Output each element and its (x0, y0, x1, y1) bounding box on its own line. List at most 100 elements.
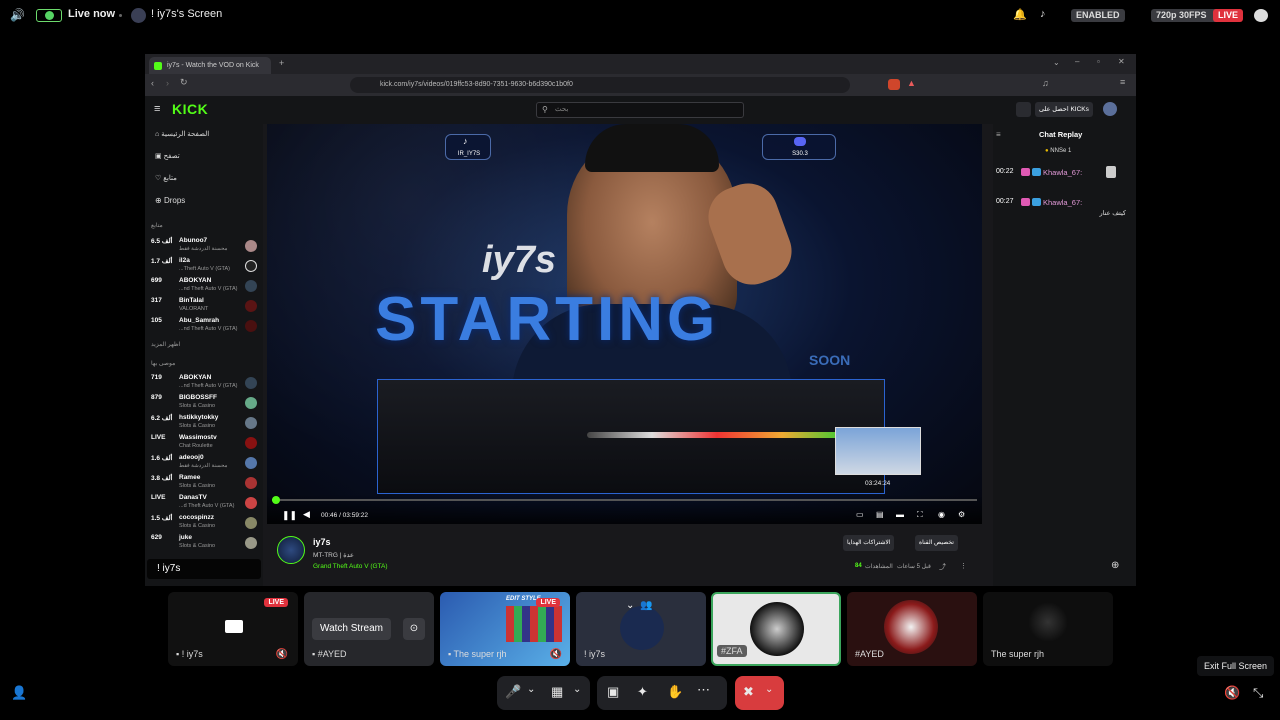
participant-tile[interactable]: LIVE ▪ ! iy7s 🔇 (168, 592, 298, 666)
stream-owner-name: ! iy7s (157, 563, 181, 574)
forward-icon[interactable]: › (166, 78, 169, 88)
channel-name-main[interactable]: iy7s (313, 537, 331, 547)
nav-home[interactable]: ⌂ الصفحة الرئيسية (155, 130, 209, 138)
sidebar-channel[interactable]: 879 BIGBOSSFF Slots & Casino (151, 394, 257, 414)
get-kicks-button[interactable]: احصل على KICKs (1035, 102, 1093, 117)
sidebar-channel[interactable]: 1.7 ألف il2a ...Theft Auto V (GTA) (151, 257, 257, 277)
new-tab-icon[interactable]: + (279, 58, 284, 68)
sidebar-channel[interactable]: 1.5 ألف cocospinzz Slots & Casino (151, 514, 257, 534)
sidebar-channel[interactable]: 6.2 ألف hstikkytokky Slots & Casino (151, 414, 257, 434)
collapse-chat-icon[interactable]: ≡ (996, 130, 1001, 139)
back-icon[interactable]: ‹ (151, 78, 154, 88)
quality-label: 720p 30FPS (1156, 10, 1207, 20)
exit-fullscreen-icon[interactable]: ⤡ (1253, 685, 1263, 701)
profile-avatar[interactable] (1103, 102, 1117, 116)
users-icon[interactable]: 👥 (640, 600, 652, 611)
channel-avatar-main[interactable] (277, 536, 305, 564)
sidebar-channel[interactable]: LIVE Wassimostv Chat Roulette (151, 434, 257, 454)
channel-name: ABOKYAN (179, 374, 212, 381)
leave-call-icon[interactable]: ✖ (743, 684, 754, 700)
camera-options-chevron-icon[interactable]: ⌄ (573, 684, 581, 695)
gift-subs-button[interactable]: الاشتراكات الهدايا (843, 535, 895, 551)
video-player[interactable]: ♪ IR_IY7S S30.3 iy7s STARTING SOON 03:24… (267, 124, 982, 524)
activities-icon[interactable]: ✦ (637, 684, 648, 700)
minimize-icon[interactable]: – (1075, 57, 1079, 66)
participant-tile[interactable]: #AYED (847, 592, 977, 666)
clip-icon[interactable]: ▤ (876, 510, 884, 519)
activity-icon[interactable]: 🔔 (1013, 8, 1029, 24)
watch-stream-popout-icon[interactable]: ⊙ (403, 618, 425, 640)
settings-icon[interactable]: ⚙ (958, 510, 965, 519)
reload-icon[interactable]: ↻ (180, 77, 188, 88)
browser-tab[interactable]: iy7s - Watch the VOD on Kick (149, 57, 271, 74)
sidebar-channel[interactable]: 719 ABOKYAN ...nd Theft Auto V (GTA) (151, 374, 257, 394)
speaker-icon[interactable]: 🔊 (10, 8, 25, 22)
sidebar-channel[interactable]: 1.6 ألف adeooj0 محسنة الدردشة فقط (151, 454, 257, 474)
kick-sidebar: ⌂ الصفحة الرئيسية ▣ تصفح ♡ متابع ⊕ Drops… (145, 124, 263, 586)
feed-icon[interactable] (1016, 102, 1031, 117)
browser-menu-icon[interactable]: ≡ (1120, 77, 1125, 87)
share-icon[interactable]: ⤴ (939, 562, 946, 572)
tab-list-icon[interactable]: ⌄ (1053, 58, 1060, 67)
channel-game: ...d Theft Auto V (GTA) (179, 503, 235, 509)
participant-tile[interactable]: EDIT STYLE LIVE ▪ The super rjh 🔇 (440, 592, 570, 666)
following-heading: متابع (151, 223, 163, 229)
pip-icon[interactable]: ▭ (856, 510, 864, 519)
brave-shield-icon[interactable] (888, 79, 900, 90)
customize-channel-button[interactable]: تخصيص القناة (915, 535, 958, 551)
extensions-icon[interactable]: ♫ (1042, 78, 1049, 88)
soundboard-icon[interactable]: ✋ (667, 684, 683, 700)
channel-name: ABOKYAN (179, 277, 212, 284)
chat-bubble-icon[interactable] (1254, 9, 1268, 22)
invite-icon[interactable]: 👤 (11, 685, 27, 701)
close-window-icon[interactable]: ✕ (1118, 57, 1125, 66)
participant-tile[interactable]: Watch Stream ⊙ ▪ #AYED (304, 592, 434, 666)
kick-logo[interactable]: KICK (172, 101, 208, 117)
participant-tile[interactable]: The super rjh (983, 592, 1113, 666)
muted-icon[interactable]: 🔇 (550, 649, 562, 660)
mic-options-chevron-icon[interactable]: ⌄ (527, 684, 535, 695)
channel-viewers: 317 (151, 297, 162, 304)
mute-stream-icon[interactable]: 🔇 (1224, 685, 1240, 701)
sidebar-channel[interactable]: 3.8 ألف Ramee Slots & Casino (151, 474, 257, 494)
soundboard-icon[interactable]: ♪ (1040, 8, 1056, 24)
more-icon[interactable]: ⋯ (697, 682, 710, 698)
watch-stream-button[interactable]: Watch Stream (312, 618, 391, 640)
chat-username[interactable]: Khawla_67: (1043, 168, 1082, 177)
progress-bar[interactable] (272, 496, 977, 504)
sidebar-channel[interactable]: 317 BinTalal VALORANT (151, 297, 257, 317)
progress-knob[interactable] (272, 496, 280, 504)
camera-off-icon[interactable]: ▦ (551, 684, 563, 700)
nav-following[interactable]: ♡ متابع (155, 174, 177, 182)
participant-tile[interactable]: ⌄ 👥 ! iy7s (576, 592, 706, 666)
screen-share-icon[interactable]: ▣ (607, 684, 619, 700)
theater-icon[interactable]: ▬ (896, 510, 904, 519)
volume-icon[interactable]: ◀ (303, 509, 310, 520)
leave-options-chevron-icon[interactable]: ⌄ (765, 684, 773, 695)
speed-icon[interactable]: ◉ (938, 510, 945, 519)
brave-rewards-icon[interactable]: ▲ (907, 78, 916, 88)
sidebar-channel[interactable]: 105 Abu_Samrah ...nd Theft Auto V (GTA) (151, 317, 257, 337)
more-options-icon[interactable]: ⋮ (960, 562, 967, 570)
chat-username[interactable]: Khawla_67: (1043, 198, 1082, 207)
channel-game: Chat Roulette (179, 443, 213, 449)
nav-browse[interactable]: ▣ تصفح (155, 152, 180, 160)
zoom-icon[interactable]: ⊕ (1111, 560, 1119, 571)
menu-icon[interactable]: ≡ (154, 103, 160, 115)
microphone-icon[interactable]: 🎤 (505, 684, 521, 700)
muted-icon[interactable]: 🔇 (276, 649, 288, 660)
stream-category[interactable]: Grand Theft Auto V (GTA) (313, 563, 388, 570)
sidebar-channel[interactable]: LIVE DanasTV ...d Theft Auto V (GTA) (151, 494, 257, 514)
maximize-icon[interactable]: ▫ (1097, 57, 1100, 66)
show-more-link[interactable]: اظهر المزيد (151, 341, 180, 348)
nav-drops[interactable]: ⊕ Drops (155, 196, 185, 205)
participant-tile-speaking[interactable]: #ZFA (711, 592, 841, 666)
sidebar-channel[interactable]: 629 juke Slots & Casino (151, 534, 257, 554)
kick-search-input[interactable]: ⚲ بحث (536, 102, 744, 118)
sidebar-channel[interactable]: 699 ABOKYAN ...nd Theft Auto V (GTA) (151, 277, 257, 297)
pause-icon[interactable]: ❚❚ (282, 510, 297, 521)
fullscreen-icon[interactable]: ⛶ (917, 510, 923, 520)
chevron-down-icon[interactable]: ⌄ (626, 600, 634, 611)
url-field[interactable]: kick.com/iy7s/videos/019ffc53-8d90-7351-… (350, 77, 850, 93)
sidebar-channel[interactable]: 6.5 ألف Abunoo7 محسنة الدردشة فقط (151, 237, 257, 257)
